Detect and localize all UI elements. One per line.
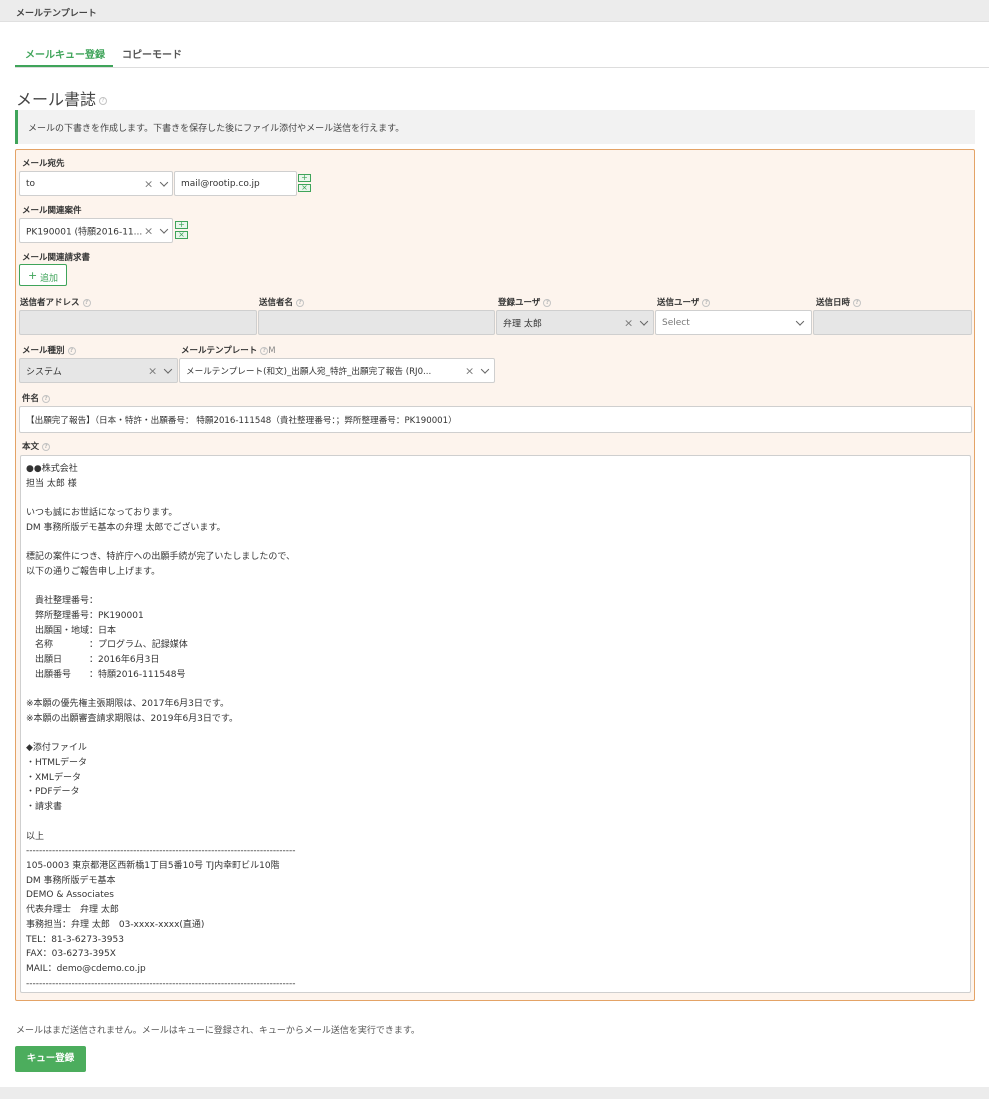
recipient-label: メール宛先 [22, 159, 65, 169]
registered-user-select[interactable]: 弁理 太郎 × [496, 310, 654, 335]
send-user-placeholder: Select [662, 317, 690, 328]
mail-template-value: メールテンプレート(和文)_出願人宛_特許_出願完了報告 (RJ0... [186, 366, 432, 377]
tab-copy-mode[interactable]: コピーモード [122, 46, 182, 61]
window-title: メールテンプレート [16, 9, 97, 19]
help-icon[interactable]: ? [702, 298, 711, 307]
related-invoice-label: メール関連請求書 [22, 253, 91, 263]
send-datetime-label: 送信日時? [816, 296, 862, 308]
send-user-select[interactable]: Select [655, 310, 812, 335]
chevron-down-icon[interactable] [480, 364, 490, 374]
body-textarea[interactable]: ●●株式会社 担当 太郎 様 いつも誠にお世話になっております。 DM 事務所版… [20, 455, 971, 993]
mail-template-label: メールテンプレート? M [181, 346, 276, 356]
plus-icon: + [28, 269, 38, 282]
help-icon[interactable]: ? [543, 298, 552, 307]
chevron-down-icon[interactable] [795, 316, 805, 326]
help-icon[interactable]: ? [853, 298, 862, 307]
tab-mail-queue-register[interactable]: メールキュー登録 [25, 46, 105, 61]
sender-name-label: 送信者名? [259, 296, 305, 308]
add-invoice-button[interactable]: + 追加 [19, 264, 67, 286]
recipient-type-value: to [26, 178, 36, 189]
sender-address-field [19, 310, 257, 335]
help-icon[interactable]: ? [42, 442, 51, 451]
mail-type-label: メール種別? [22, 344, 76, 356]
subject-input[interactable]: 【出願完了報告】（日本・特許・出願番号： 特願2016-111548（貴社整理番… [19, 406, 972, 433]
chevron-down-icon[interactable] [159, 224, 169, 234]
help-icon[interactable]: ? [99, 96, 108, 105]
clear-icon[interactable]: × [144, 224, 153, 237]
recipient-type-select[interactable]: to × [19, 171, 173, 196]
help-icon[interactable]: ? [42, 394, 51, 403]
clear-icon[interactable]: × [465, 364, 474, 377]
send-user-label: 送信ユーザ? [657, 296, 711, 308]
add-related-case-button[interactable]: + [175, 221, 188, 229]
tab-bar: メールキュー登録 コピーモード [15, 40, 989, 68]
clear-icon[interactable]: × [624, 316, 633, 329]
chevron-down-icon[interactable] [159, 177, 169, 187]
sender-address-label: 送信者アドレス? [20, 296, 91, 308]
send-datetime-field [813, 310, 972, 335]
queue-register-button[interactable]: キュー登録 [15, 1046, 86, 1072]
mail-template-select[interactable]: メールテンプレート(和文)_出願人宛_特許_出願完了報告 (RJ0... × [179, 358, 495, 383]
sender-name-field [258, 310, 495, 335]
help-icon[interactable]: ? [82, 298, 91, 307]
window-titlebar: メールテンプレート [0, 0, 989, 22]
footer-note: メールはまだ送信されません。メールはキューに登録され、キューからメール送信を実行… [16, 1026, 420, 1036]
body-text: ●●株式会社 担当 太郎 様 いつも誠にお世話になっております。 DM 事務所版… [26, 464, 296, 989]
clear-icon[interactable]: × [148, 364, 157, 377]
add-recipient-button[interactable]: + [298, 174, 311, 182]
active-tab-indicator [15, 65, 113, 67]
recipient-address-value: mail@rootip.co.jp [181, 178, 260, 189]
section-title-text: メール書誌 [16, 90, 97, 109]
related-case-value: PK190001 (特願2016-11... [26, 227, 142, 237]
subject-label: 件名? [22, 392, 51, 404]
section-title: メール書誌? [16, 86, 108, 110]
mail-form-panel: メール宛先 to × mail@rootip.co.jp + × メール関連案件… [15, 149, 975, 1001]
chevron-down-icon[interactable] [639, 316, 649, 326]
mail-type-value: システム [26, 367, 62, 377]
chevron-down-icon[interactable] [163, 364, 173, 374]
related-case-select[interactable]: PK190001 (特願2016-11... × [19, 218, 173, 243]
mail-type-select[interactable]: システム × [19, 358, 178, 383]
related-case-label: メール関連案件 [22, 206, 82, 216]
registered-user-label: 登録ユーザ? [498, 296, 552, 308]
clear-icon[interactable]: × [144, 177, 153, 190]
registered-user-value: 弁理 太郎 [503, 319, 542, 329]
body-label: 本文? [22, 440, 51, 452]
add-invoice-label: 追加 [40, 274, 59, 284]
remove-related-case-button[interactable]: × [175, 231, 188, 239]
subject-value: 【出願完了報告】（日本・特許・出願番号： 特願2016-111548（貴社整理番… [26, 415, 457, 426]
help-icon[interactable]: ? [296, 298, 305, 307]
info-message-text: メールの下書きを作成します。下書きを保存した後にファイル添付やメール送信を行えま… [28, 124, 405, 134]
recipient-address-input[interactable]: mail@rootip.co.jp [174, 171, 297, 196]
bottom-bar [0, 1087, 989, 1099]
remove-recipient-button[interactable]: × [298, 184, 311, 192]
info-message: メールの下書きを作成します。下書きを保存した後にファイル添付やメール送信を行えま… [15, 110, 975, 144]
help-icon[interactable]: ? [67, 346, 76, 355]
